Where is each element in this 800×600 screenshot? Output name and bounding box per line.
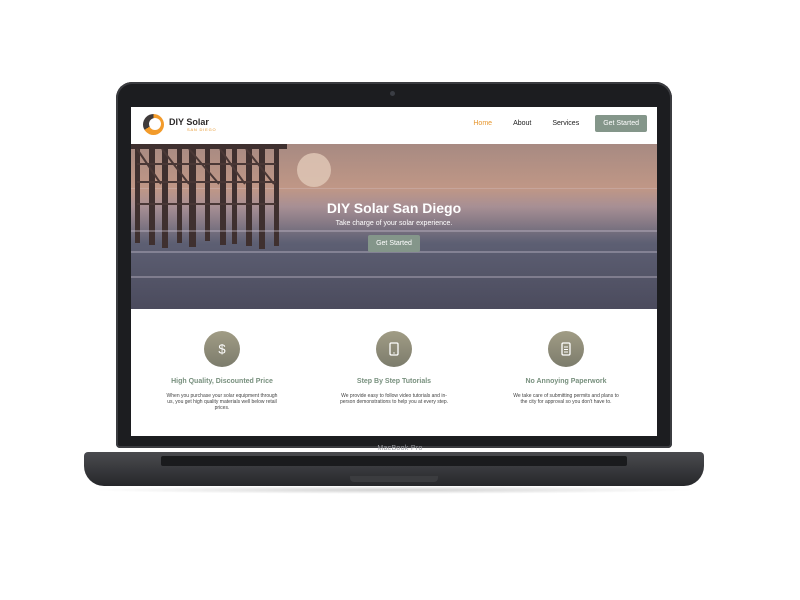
hero-sun: [297, 153, 331, 187]
hero-content: DIY Solar San Diego Take charge of your …: [131, 200, 657, 252]
website-screen: DIY Solar SAN DIEGO Home About Services …: [131, 107, 657, 436]
feature-card: Step By Step Tutorials We provide easy t…: [314, 331, 474, 405]
nav-home[interactable]: Home: [473, 120, 492, 127]
feature-body: We take care of submitting permits and p…: [513, 393, 619, 405]
feature-title: High Quality, Discounted Price: [171, 378, 273, 385]
device-label: MacBook Pro: [377, 445, 423, 452]
nav-links: Home About Services Get Started: [452, 115, 647, 132]
laptop-deck: [84, 452, 704, 486]
feature-card: $ High Quality, Discounted Price When yo…: [142, 331, 302, 411]
feature-card: No Annoying Paperwork We take care of su…: [486, 331, 646, 405]
hero-title: DIY Solar San Diego: [326, 200, 462, 216]
tablet-icon: [376, 331, 412, 367]
laptop-shadow: [90, 486, 698, 494]
site-logo[interactable]: DIY Solar SAN DIEGO: [143, 114, 216, 135]
keyboard: [161, 456, 627, 466]
hero-get-started-button[interactable]: Get Started: [368, 235, 420, 252]
sun-logo-icon: [143, 114, 164, 135]
nav-get-started-button[interactable]: Get Started: [595, 115, 647, 132]
logo-title: DIY Solar: [169, 116, 209, 127]
document-icon: [548, 331, 584, 367]
nav-services[interactable]: Services: [552, 120, 579, 127]
feature-body: When you purchase your solar equipment t…: [166, 393, 278, 411]
nav-about[interactable]: About: [513, 120, 531, 127]
logo-subtitle: SAN DIEGO: [187, 126, 217, 132]
dollar-icon: $: [204, 331, 240, 367]
hero-subtitle: Take charge of your solar experience.: [335, 220, 453, 227]
trackpad-notch: [350, 476, 438, 482]
feature-title: No Annoying Paperwork: [525, 378, 607, 385]
camera-icon: [390, 91, 395, 96]
svg-text:$: $: [218, 342, 226, 356]
features-section: $ High Quality, Discounted Price When yo…: [131, 309, 657, 436]
feature-body: We provide easy to follow video tutorial…: [339, 393, 449, 405]
navigation-bar: DIY Solar SAN DIEGO Home About Services …: [131, 107, 657, 144]
feature-title: Step By Step Tutorials: [356, 378, 432, 385]
hero-section: DIY Solar San Diego Take charge of your …: [131, 144, 657, 309]
